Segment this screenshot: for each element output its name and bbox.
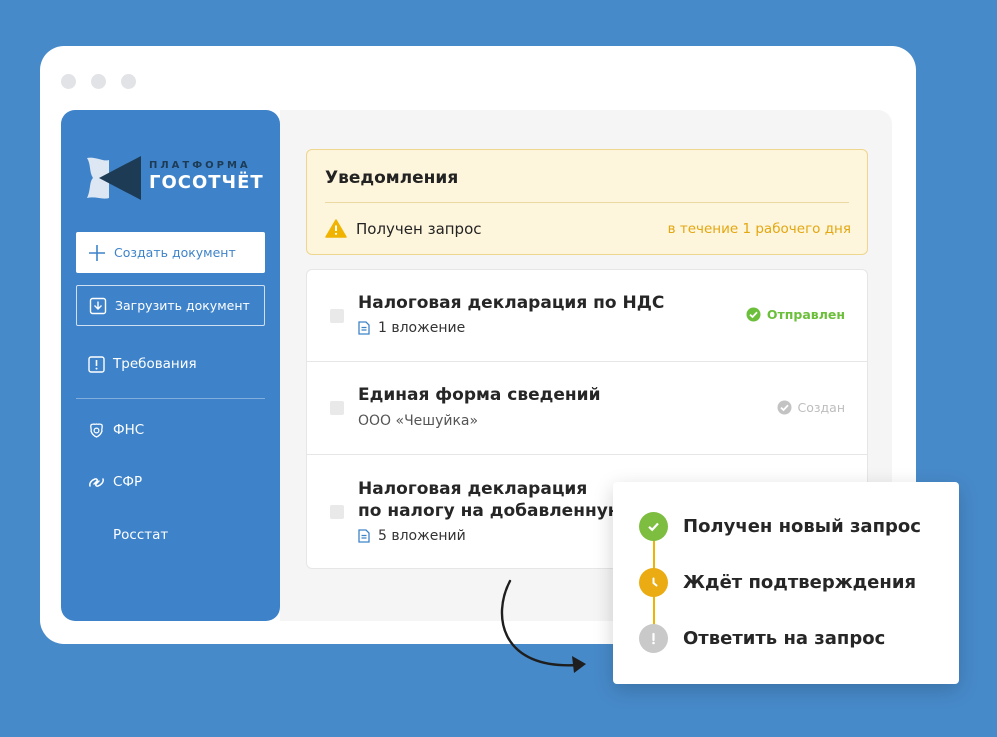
document-title-line2: по налогу на добавленную bbox=[358, 501, 625, 521]
status-badge: Создан bbox=[777, 400, 845, 415]
document-row[interactable]: Единая форма сведений ООО «Чешуйка» Созд… bbox=[307, 362, 867, 455]
step-label: Ответить на запрос bbox=[683, 628, 886, 649]
status-steps-popup: Получен новый запрос Ждёт подтверждения … bbox=[613, 482, 959, 684]
exclamation-icon bbox=[639, 624, 668, 653]
document-attachments: 1 вложение bbox=[358, 320, 465, 336]
upload-document-button[interactable]: Загрузить документ bbox=[76, 285, 265, 326]
notifications-panel: Уведомления Получен запрос в течение 1 р… bbox=[306, 149, 868, 255]
sidebar: ПЛАТФОРМА ГОСОТЧЁТ Создать документ Загр… bbox=[61, 110, 280, 621]
warning-icon bbox=[325, 219, 347, 238]
check-circle-icon bbox=[777, 400, 792, 415]
sidebar-divider bbox=[76, 398, 265, 399]
step-label: Ждёт подтверждения bbox=[683, 572, 916, 593]
fns-emblem-icon bbox=[87, 421, 105, 439]
logo-line1: ПЛАТФОРМА bbox=[149, 160, 251, 171]
notification-deadline: в течение 1 рабочего дня bbox=[667, 221, 851, 237]
sfr-link-icon bbox=[87, 473, 105, 491]
sidebar-item-label: СФР bbox=[113, 474, 143, 490]
window-dot-minimize[interactable] bbox=[91, 74, 106, 89]
document-row[interactable]: Налоговая декларация по НДС 1 вложение О… bbox=[307, 270, 867, 362]
download-icon bbox=[89, 297, 107, 315]
notifications-title: Уведомления bbox=[325, 168, 459, 188]
notification-item[interactable]: Получен запрос bbox=[325, 219, 482, 238]
plus-icon bbox=[88, 244, 106, 262]
notification-text: Получен запрос bbox=[356, 219, 482, 238]
step-awaiting: Ждёт подтверждения bbox=[639, 568, 916, 597]
logo[interactable]: ПЛАТФОРМА ГОСОТЧЁТ bbox=[85, 154, 265, 202]
status-badge: Отправлен bbox=[746, 307, 845, 322]
alert-square-icon bbox=[87, 355, 105, 373]
document-title: Единая форма сведений bbox=[358, 385, 601, 405]
document-organization: ООО «Чешуйка» bbox=[358, 413, 479, 429]
document-title-line1: Налоговая декларация bbox=[358, 479, 588, 499]
row-checkbox[interactable] bbox=[330, 505, 344, 519]
check-circle-icon bbox=[746, 307, 761, 322]
document-title: Налоговая декларация по НДС bbox=[358, 293, 665, 313]
logo-line2: ГОСОТЧЁТ bbox=[149, 172, 264, 193]
document-attachments: 5 вложений bbox=[358, 528, 466, 544]
step-reply: Ответить на запрос bbox=[639, 624, 885, 653]
create-document-button[interactable]: Создать документ bbox=[76, 232, 265, 273]
sidebar-item-rosstat[interactable]: Росстат bbox=[87, 526, 168, 544]
logo-flag-icon bbox=[87, 156, 141, 200]
step-received: Получен новый запрос bbox=[639, 512, 921, 541]
step-label: Получен новый запрос bbox=[683, 516, 921, 537]
document-icon bbox=[358, 321, 370, 335]
sidebar-item-label: ФНС bbox=[113, 422, 145, 438]
window-dot-close[interactable] bbox=[61, 74, 76, 89]
create-document-label: Создать документ bbox=[114, 245, 236, 260]
clock-icon bbox=[639, 568, 668, 597]
sidebar-item-label: Требования bbox=[113, 356, 197, 372]
window-dot-maximize[interactable] bbox=[121, 74, 136, 89]
sidebar-item-requirements[interactable]: Требования bbox=[87, 355, 197, 373]
document-icon bbox=[358, 529, 370, 543]
sidebar-item-sfr[interactable]: СФР bbox=[87, 473, 142, 491]
sidebar-item-fns[interactable]: ФНС bbox=[87, 421, 144, 439]
window-controls bbox=[61, 74, 136, 89]
check-circle-icon bbox=[639, 512, 668, 541]
sidebar-item-label: Росстат bbox=[113, 527, 169, 543]
upload-document-label: Загрузить документ bbox=[115, 298, 250, 313]
curved-arrow-icon bbox=[500, 579, 586, 673]
row-checkbox[interactable] bbox=[330, 401, 344, 415]
notifications-divider bbox=[325, 202, 849, 203]
row-checkbox[interactable] bbox=[330, 309, 344, 323]
